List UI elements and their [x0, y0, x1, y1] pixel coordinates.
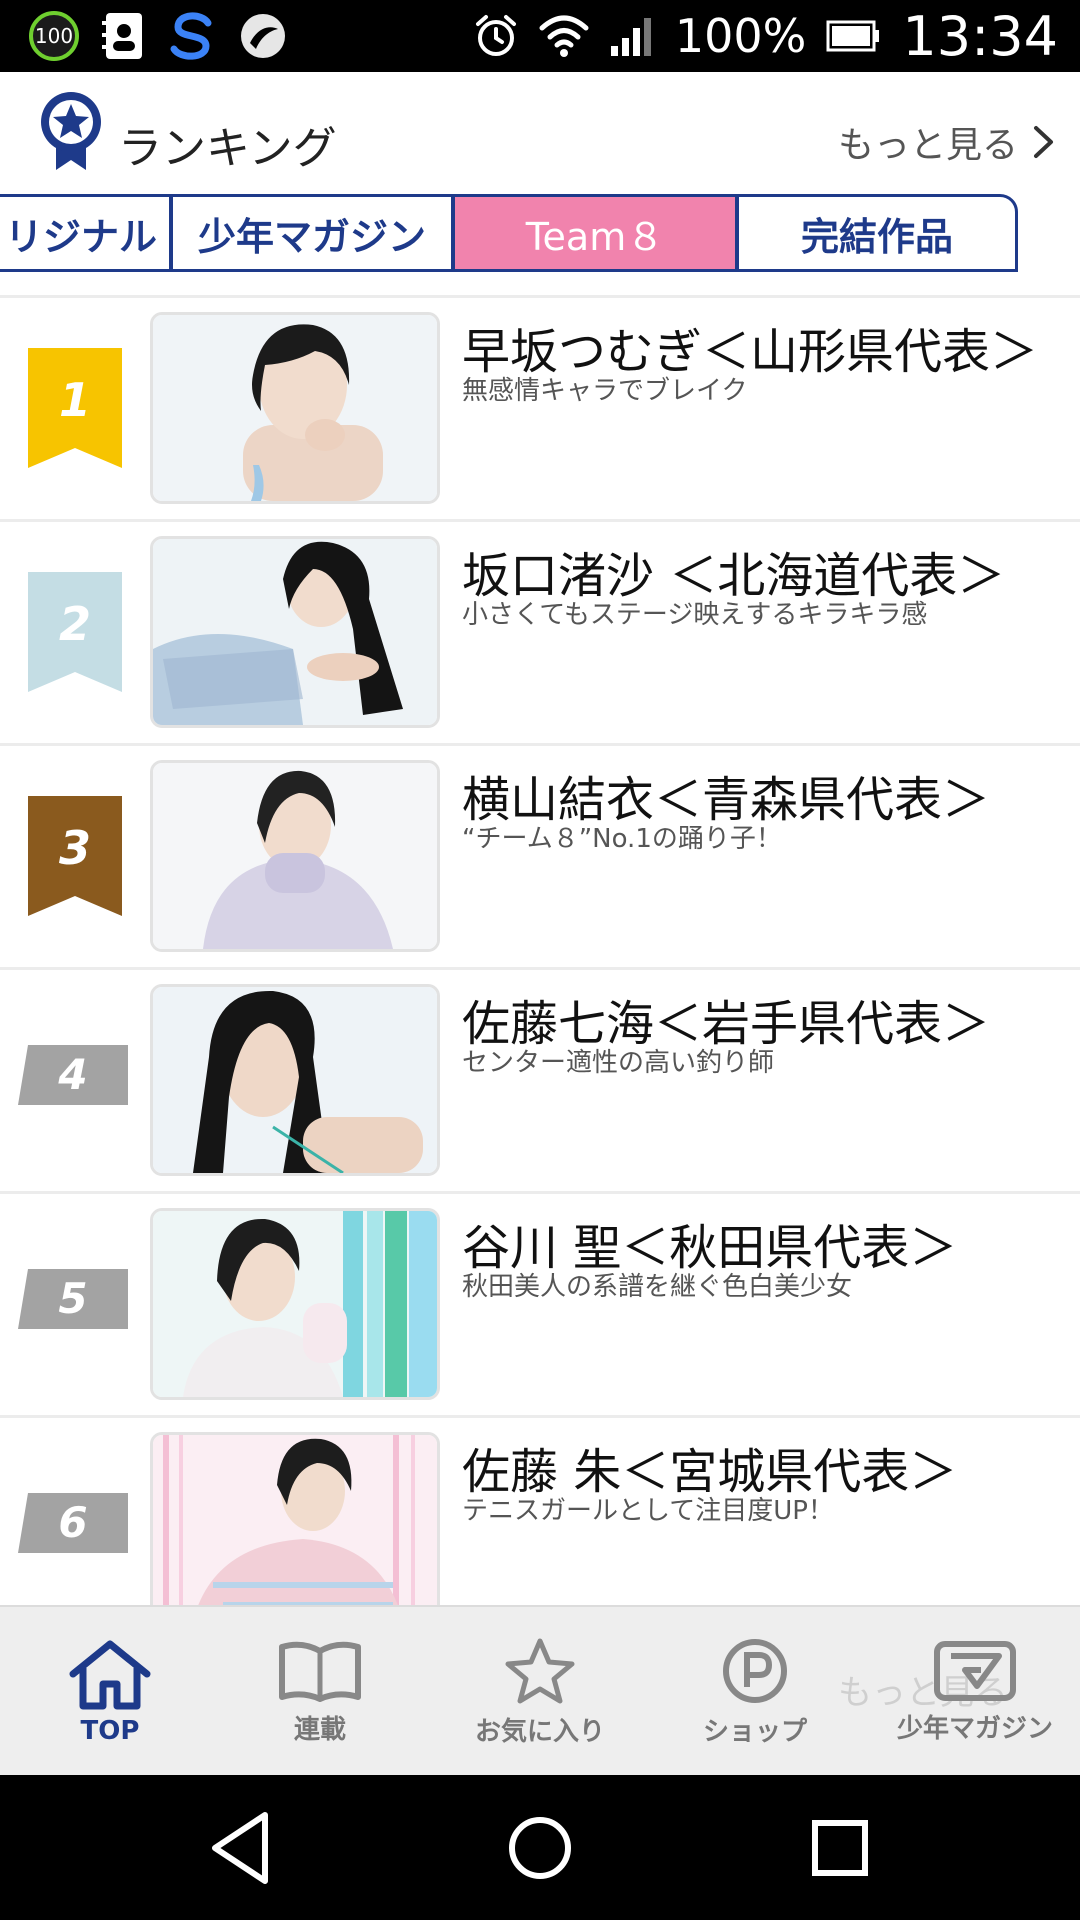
circle-app-icon: [241, 14, 285, 58]
page-title: ランキング: [118, 123, 337, 174]
nav-label: 少年マガジン: [896, 1713, 1053, 1744]
nav-label: TOP: [80, 1716, 140, 1746]
home-button-icon[interactable]: [495, 1803, 585, 1893]
member-description: “チーム８”No.1の踊り子！: [462, 824, 782, 854]
ranking-item[interactable]: 6 佐藤 朱＜宮城県代表＞ テニスガールとして注目度UP！: [0, 1415, 1080, 1605]
rank-badge-icon: 3: [28, 796, 122, 916]
member-description: 秋田美人の系譜を継ぐ色白美少女: [462, 1272, 853, 1302]
category-tabs: リジナル 少年マガジン Team８ 完結作品: [0, 194, 1018, 278]
svg-text:1: 1: [59, 373, 91, 427]
star-icon: [505, 1638, 575, 1703]
ranking-medal-icon: [41, 92, 101, 170]
home-icon: [69, 1640, 151, 1710]
nav-serial[interactable]: 連載: [250, 1607, 390, 1777]
nav-label: 連載: [293, 1714, 346, 1745]
member-photo: [150, 1432, 440, 1605]
alarm-icon: [475, 15, 516, 56]
ranking-item[interactable]: 5 谷川 聖＜秋田県代表＞ 秋田美人の系譜を継ぐ色白美少女: [0, 1191, 1080, 1411]
battery-icon: [826, 20, 880, 52]
svg-text:5: 5: [58, 1274, 87, 1323]
back-icon[interactable]: [195, 1803, 285, 1893]
recents-icon[interactable]: [795, 1803, 885, 1893]
ranking-item[interactable]: 2 坂口渚沙 ＜北海道代表＞ 小さくてもステージ映えするキラキラ感: [0, 519, 1080, 739]
status-bar: 100 100% 13:34: [0, 0, 1080, 72]
member-photo: [150, 984, 440, 1176]
system-navigation-bar: [0, 1775, 1080, 1920]
battery-percent: 100%: [674, 9, 807, 63]
nav-top[interactable]: TOP: [40, 1607, 180, 1777]
battery-saver-badge-icon: 100: [29, 11, 79, 61]
svg-text:4: 4: [57, 1050, 87, 1099]
more-link[interactable]: もっと見る: [838, 116, 1056, 168]
status-notifications: 100: [28, 10, 288, 62]
magazine-icon: [934, 1640, 1016, 1701]
member-description: テニスガールとして注目度UP！: [462, 1496, 834, 1526]
nav-label: ショップ: [702, 1716, 807, 1747]
svg-text:100: 100: [35, 24, 73, 48]
member-description: 無感情キャラでブレイク: [462, 376, 748, 406]
rank-badge-icon: 6: [18, 1493, 128, 1553]
shop-icon: [723, 1638, 787, 1703]
s-app-icon: [170, 12, 212, 60]
rank-badge-icon: 1: [28, 348, 122, 468]
nav-label: お気に入り: [474, 1716, 605, 1747]
ranking-header: ランキング もっと見る: [0, 72, 1080, 192]
ranking-list: 1 早坂つむぎ＜山形県代表＞ 無感情キャラでブレイク 2 坂口渚沙 ＜北海道代表…: [0, 295, 1080, 1605]
tab-completed[interactable]: 完結作品: [736, 194, 1018, 272]
tab-shonen-magazine[interactable]: 少年マガジン: [170, 194, 454, 272]
rank-badge-icon: 4: [18, 1045, 128, 1105]
nav-shonen-magazine[interactable]: 少年マガジン: [880, 1607, 1070, 1777]
clock: 13:34: [902, 4, 1058, 68]
member-photo: [150, 312, 440, 504]
tab-team8[interactable]: Team８: [452, 194, 738, 272]
svg-text:6: 6: [58, 1498, 87, 1547]
member-photo: [150, 1208, 440, 1400]
contacts-app-icon: [102, 13, 142, 59]
ranking-item[interactable]: 1 早坂つむぎ＜山形県代表＞ 無感情キャラでブレイク: [0, 295, 1080, 515]
tab-original[interactable]: リジナル: [0, 194, 172, 272]
member-photo: [150, 536, 440, 728]
wifi-icon: [539, 15, 589, 57]
svg-text:2: 2: [59, 597, 91, 651]
book-icon: [279, 1641, 361, 1702]
rank-badge-icon: 5: [18, 1269, 128, 1329]
bottom-navigation: もっと見る TOP 連載 お気に入り ショップ 少年マガジン: [0, 1605, 1080, 1777]
chevron-right-icon: [1034, 126, 1053, 158]
ranking-item[interactable]: 3 横山結衣＜青森県代表＞ “チーム８”No.1の踊り子！: [0, 743, 1080, 963]
signal-icon: [610, 18, 651, 56]
nav-shop[interactable]: ショップ: [680, 1607, 830, 1777]
ranking-item[interactable]: 4 佐藤七海＜岩手県代表＞ センター適性の高い釣り師: [0, 967, 1080, 1187]
member-description: センター適性の高い釣り師: [462, 1048, 775, 1078]
member-description: 小さくてもステージ映えするキラキラ感: [462, 600, 928, 630]
rank-badge-icon: 2: [28, 572, 122, 692]
more-link-label: もっと見る: [837, 125, 1018, 166]
nav-favorites[interactable]: お気に入り: [460, 1607, 620, 1777]
svg-text:3: 3: [59, 821, 91, 875]
member-photo: [150, 760, 440, 952]
status-indicators: 100% 13:34: [473, 0, 1058, 72]
